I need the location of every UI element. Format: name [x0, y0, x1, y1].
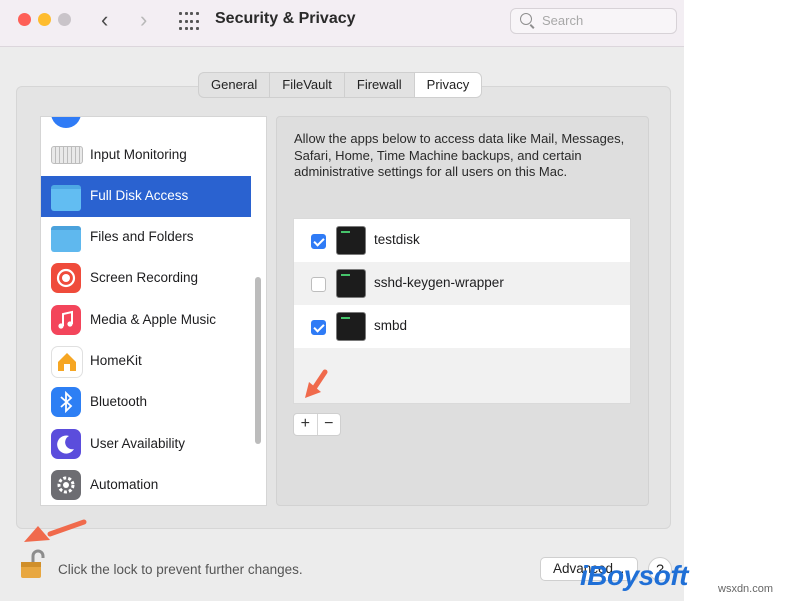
privacy-category-list[interactable]: Input Monitoring Full Disk Access Files …	[40, 116, 267, 506]
sidebar-scrollbar[interactable]	[255, 277, 261, 444]
zoom-window-button[interactable]	[58, 13, 71, 26]
app-name: sshd-keygen-wrapper	[374, 275, 504, 290]
sidebar-item-user-availability[interactable]: User Availability	[41, 424, 251, 465]
sidebar-item-label: Automation	[90, 477, 159, 492]
app-row-testdisk[interactable]: testdisk	[294, 219, 630, 262]
terminal-icon	[336, 269, 366, 298]
minimize-window-button[interactable]	[38, 13, 51, 26]
sidebar-item-label: Screen Recording	[90, 270, 199, 285]
sidebar-item-label: Bluetooth	[90, 394, 148, 409]
keyboard-icon	[51, 146, 83, 164]
sidebar-item-label: Input Monitoring	[90, 147, 187, 162]
app-checkbox[interactable]	[311, 277, 326, 292]
bluetooth-icon	[51, 387, 81, 417]
sidebar-item-bluetooth[interactable]: Bluetooth	[41, 382, 251, 423]
folder-icon	[51, 226, 81, 252]
lock-icon[interactable]	[20, 548, 46, 578]
folder-icon	[51, 185, 81, 211]
watermark-logo: iBoysoft	[580, 560, 689, 591]
search-icon	[520, 13, 532, 25]
show-all-grid-icon[interactable]	[179, 12, 199, 32]
tab-general[interactable]: General	[199, 73, 271, 97]
sidebar-item-label: Full Disk Access	[90, 188, 189, 203]
sidebar-item-partial[interactable]	[41, 117, 251, 134]
tab-privacy[interactable]: Privacy	[414, 73, 482, 97]
sidebar-item-automation[interactable]: Automation	[41, 465, 251, 505]
app-row-sshd-keygen-wrapper[interactable]: sshd-keygen-wrapper	[294, 262, 630, 305]
sidebar-item-label: Media & Apple Music	[90, 312, 217, 327]
sidebar-item-full-disk-access[interactable]: Full Disk Access	[41, 176, 251, 217]
sidebar-item-label: HomeKit	[90, 353, 142, 368]
close-window-button[interactable]	[18, 13, 31, 26]
empty-row	[294, 348, 630, 403]
app-name: testdisk	[374, 232, 420, 247]
search-placeholder: Search	[542, 13, 584, 28]
terminal-icon	[336, 226, 366, 255]
sidebar-item-input-monitoring[interactable]: Input Monitoring	[41, 135, 251, 176]
app-name: smbd	[374, 318, 408, 333]
title-bar: ‹ › Security & Privacy Search	[0, 0, 684, 47]
add-app-button[interactable]: +	[294, 414, 318, 435]
app-row-smbd[interactable]: smbd	[294, 305, 630, 348]
sidebar-item-label: User Availability	[90, 436, 186, 451]
home-icon	[51, 346, 83, 378]
lock-hint-text: Click the lock to prevent further change…	[58, 562, 303, 577]
access-description: Allow the apps below to access data like…	[294, 131, 625, 179]
forward-chevron-icon[interactable]: ›	[140, 8, 147, 32]
tab-filevault[interactable]: FileVault	[270, 73, 345, 97]
sidebar-item-label: Files and Folders	[90, 229, 194, 244]
tab-firewall[interactable]: Firewall	[345, 73, 415, 97]
moon-icon	[51, 429, 81, 459]
sidebar-item-screen-recording[interactable]: Screen Recording	[41, 258, 251, 299]
watermark-domain: wsxdn.com	[718, 583, 774, 595]
tab-bar: General FileVault Firewall Privacy	[198, 72, 483, 98]
record-icon	[51, 263, 81, 293]
allowed-apps-list[interactable]: testdisk sshd-keygen-wrapper smbd	[293, 218, 631, 404]
terminal-icon	[336, 312, 366, 341]
app-checkbox[interactable]	[311, 234, 326, 249]
back-chevron-icon[interactable]: ‹	[101, 8, 108, 32]
add-remove-control: + −	[293, 413, 341, 436]
remove-app-button[interactable]: −	[318, 414, 341, 435]
location-icon	[51, 117, 81, 128]
music-note-icon	[51, 305, 81, 335]
system-preferences-window: ‹ › Security & Privacy Search General Fi…	[0, 0, 684, 601]
sidebar-item-files-and-folders[interactable]: Files and Folders	[41, 217, 251, 258]
app-checkbox[interactable]	[311, 320, 326, 335]
window-title: Security & Privacy	[215, 10, 356, 27]
gear-icon	[51, 470, 81, 500]
sidebar-item-homekit[interactable]: HomeKit	[41, 341, 251, 382]
search-field[interactable]: Search	[510, 8, 677, 34]
sidebar-item-media-apple-music[interactable]: Media & Apple Music	[41, 300, 251, 341]
